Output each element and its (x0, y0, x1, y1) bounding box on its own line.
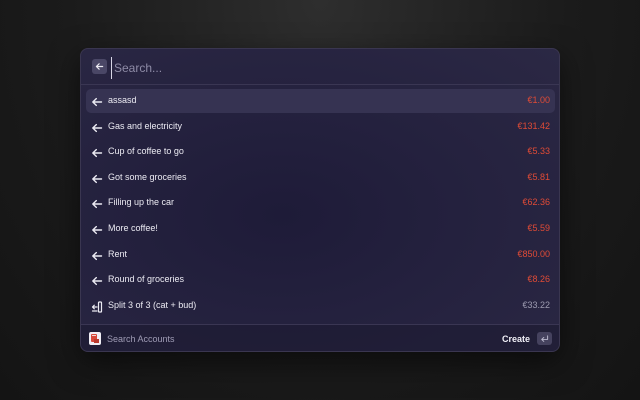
transaction-amount: €5.81 (527, 171, 550, 182)
arrow-left-icon (95, 63, 104, 70)
arrow-left-icon (91, 274, 103, 286)
arrow-left-icon (91, 121, 103, 133)
arrow-left-icon (91, 197, 103, 209)
transaction-row[interactable]: More coffee! €5.59 (86, 217, 555, 241)
transaction-row[interactable]: Cup of coffee to go €5.33 (86, 140, 555, 164)
transaction-amount: €1.00 (527, 95, 550, 105)
transaction-row[interactable]: Filling up the car €62.36 (86, 191, 555, 215)
back-button[interactable] (92, 59, 107, 74)
split-icon (91, 300, 103, 313)
enter-key-icon[interactable] (537, 332, 552, 345)
transaction-amount: €131.42 (517, 120, 550, 131)
transaction-label: Cup of coffee to go (108, 146, 184, 157)
arrow-left-icon (91, 95, 103, 107)
transaction-amount: €5.59 (527, 222, 550, 233)
transaction-row[interactable]: Round of groceries €8.26 (86, 268, 555, 292)
transaction-row[interactable]: Got some groceries €5.81 (86, 166, 555, 190)
footer-bar: Search Accounts Create (81, 324, 559, 351)
search-bar (81, 49, 559, 85)
transaction-amount: €850.00 (517, 248, 550, 259)
transaction-row[interactable]: assasd €1.00 (86, 89, 555, 113)
transaction-row[interactable]: Gas and electricity €131.42 (86, 115, 555, 139)
transaction-list: assasd €1.00 Gas and electricity €131.42 Cup… (81, 89, 559, 319)
arrow-left-icon (91, 146, 103, 158)
arrow-left-icon (91, 172, 103, 184)
arrow-left-icon (91, 223, 103, 235)
transaction-label: Rent (108, 248, 128, 259)
transaction-label: Filling up the car (108, 197, 175, 208)
account-icon[interactable] (89, 332, 101, 345)
transaction-label: assasd (108, 95, 137, 105)
transaction-amount: €5.33 (527, 146, 550, 157)
search-accounts-label[interactable]: Search Accounts (107, 334, 175, 344)
transaction-amount: €33.22 (522, 299, 550, 310)
transaction-row[interactable]: Rent €850.00 (86, 243, 555, 267)
transaction-amount: €8.26 (527, 274, 550, 285)
transaction-label: Split 3 of 3 (cat + bud) (108, 299, 197, 310)
create-button[interactable]: Create (502, 334, 530, 344)
transaction-label: More coffee! (108, 222, 158, 233)
transaction-label: Round of groceries (108, 274, 185, 285)
transaction-row[interactable]: Split 3 of 3 (cat + bud) €33.22 (86, 294, 555, 318)
arrow-left-icon (91, 249, 103, 261)
command-palette: assasd €1.00 Gas and electricity €131.42 Cup… (80, 48, 560, 352)
transaction-label: Gas and electricity (108, 120, 183, 131)
search-input[interactable] (111, 57, 536, 79)
transaction-amount: €62.36 (522, 197, 550, 208)
transaction-label: Got some groceries (108, 171, 187, 182)
